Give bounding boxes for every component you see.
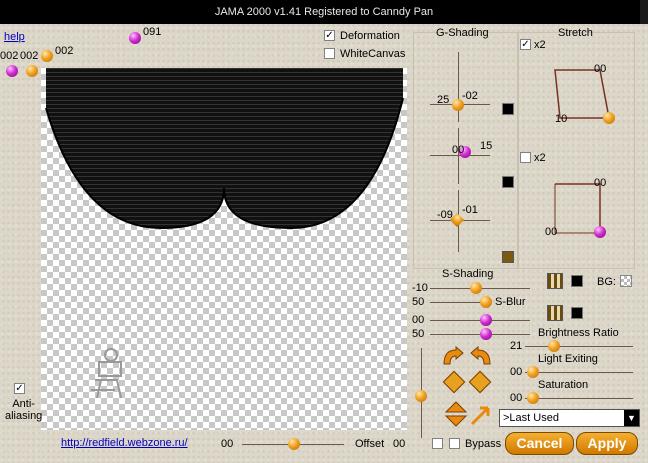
preview-canvas[interactable]	[41, 68, 407, 430]
offset-knob[interactable]	[288, 438, 300, 450]
gs1-left-value: 25	[437, 94, 450, 106]
saturation-knob[interactable]	[527, 392, 539, 404]
offset-label: Offset	[355, 438, 385, 450]
deformation-checkbox[interactable]: ✓	[324, 30, 335, 41]
gs1-color-swatch[interactable]	[502, 103, 514, 115]
stretch-x2-checkbox-2[interactable]	[520, 152, 531, 163]
light-value: 00	[510, 366, 523, 378]
offset-right-value: 00	[393, 438, 406, 450]
stretch-x2-checkbox-1[interactable]: ✓	[520, 39, 531, 50]
saturation-track	[525, 398, 633, 399]
brightness-knob[interactable]	[548, 340, 560, 352]
bypass-label: Bypass	[465, 438, 502, 450]
window-title: JAMA 2000 v1.41 Registered to Canndy Pan	[214, 6, 434, 18]
ss-color-swatch-1[interactable]	[571, 275, 583, 287]
color-ball-orange-1[interactable]	[26, 65, 38, 77]
antialiasing-checkbox[interactable]: ✓	[14, 383, 25, 394]
title-bar-edge	[640, 0, 648, 24]
ss-color-swatch-2[interactable]	[571, 307, 583, 319]
light-title: Light Exiting	[538, 353, 598, 365]
gs1-right-value: -02	[462, 90, 478, 102]
white-canvas-checkbox[interactable]	[324, 48, 335, 59]
ss-v4: 50	[412, 328, 425, 340]
cancel-button[interactable]: Cancel	[505, 432, 574, 455]
bg-label: BG:	[597, 276, 616, 288]
stretch-2-tr-value: 00	[594, 177, 607, 189]
gs2-right-value: 15	[480, 140, 493, 152]
stretch-x2-label-1: x2	[534, 39, 546, 51]
ss-track-2	[430, 302, 485, 303]
ball-label-1: 002	[0, 50, 19, 62]
preset-selected: >Last Used	[503, 412, 559, 424]
gs3-right-value: -01	[462, 204, 478, 216]
ss-pattern-icon-2[interactable]	[547, 305, 563, 321]
gs1-vline	[458, 52, 459, 122]
stretch-2-bl-value: 00	[545, 226, 558, 238]
ss-knob-4[interactable]	[480, 328, 492, 340]
bg-swatch[interactable]	[620, 275, 632, 287]
light-track	[525, 372, 633, 373]
g-shading-title: G-Shading	[436, 27, 489, 39]
gs3-color-swatch[interactable]	[502, 251, 514, 263]
antialiasing-label: Anti- aliasing	[5, 398, 43, 422]
stretch-x2-label-2: x2	[534, 152, 546, 164]
gs2-left-value: 00	[452, 144, 465, 156]
chevron-down-icon[interactable]: ▼	[624, 410, 639, 426]
stretch-1-knob[interactable]	[603, 112, 615, 124]
title-bar: JAMA 2000 v1.41 Registered to Canndy Pan	[0, 0, 648, 24]
ss-knob-1[interactable]	[470, 282, 482, 294]
vertical-slider-knob[interactable]	[415, 390, 427, 402]
ss-pattern-icon-1[interactable]	[547, 273, 563, 289]
rotate-arrows-icon[interactable]	[440, 346, 494, 368]
figure-icon	[91, 348, 122, 399]
stretch-2-knob[interactable]	[594, 226, 606, 238]
s-shading-title: S-Shading	[442, 268, 494, 280]
gs2-vline	[458, 128, 459, 184]
ss-v3: 00	[412, 314, 425, 326]
ss-v1: -10	[412, 282, 428, 294]
bypass-checkbox-1[interactable]	[432, 438, 443, 449]
color-ball-orange-2[interactable]	[41, 50, 53, 62]
white-canvas-label: WhiteCanvas	[340, 48, 406, 60]
offset-left-value: 00	[221, 438, 234, 450]
light-knob[interactable]	[527, 366, 539, 378]
gs2-color-swatch[interactable]	[502, 176, 514, 188]
brightness-title: Brightness Ratio	[538, 327, 619, 339]
saturation-value: 00	[510, 392, 523, 404]
apply-button[interactable]: Apply	[576, 432, 638, 455]
saturation-title: Saturation	[538, 379, 589, 391]
color-ball-top[interactable]	[129, 32, 141, 44]
gs3-left-value: -09	[437, 209, 453, 221]
stretch-title: Stretch	[558, 27, 593, 39]
brightness-value: 21	[510, 340, 523, 352]
stretch-1-bl-value: 10	[555, 113, 568, 125]
help-link[interactable]: help	[4, 31, 25, 43]
top-value: 091	[143, 26, 162, 38]
stretch-1-tr-value: 00	[594, 63, 607, 75]
ball-label-2: 002	[20, 50, 39, 62]
bypass-checkbox-2[interactable]	[449, 438, 460, 449]
color-ball-purple[interactable]	[6, 65, 18, 77]
brightness-track	[525, 346, 633, 347]
ss-knob-3[interactable]	[480, 314, 492, 326]
deformation-label: Deformation	[340, 30, 400, 42]
s-blur-label: S-Blur	[495, 296, 526, 308]
ss-knob-2[interactable]	[480, 296, 492, 308]
preset-dropdown[interactable]: >Last Used ▼	[499, 409, 640, 427]
flip-arrows-icon[interactable]	[442, 400, 492, 428]
website-link[interactable]: http://redfield.webzone.ru/	[61, 437, 188, 449]
ball-label-3: 002	[55, 45, 74, 57]
ss-v2: 50	[412, 296, 425, 308]
